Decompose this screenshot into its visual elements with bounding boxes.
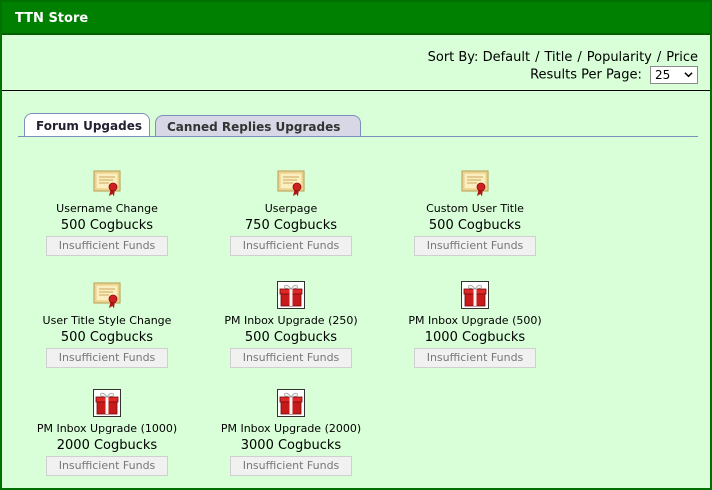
chevron-down-icon <box>684 69 693 85</box>
item-price: 500 Cogbucks <box>60 218 154 233</box>
store-item-userpage: Userpage 750 Cogbucks Insufficient Funds <box>199 170 383 256</box>
sort-label: Sort By: <box>427 50 479 65</box>
item-price: 500 Cogbucks <box>244 330 338 345</box>
store-item-username-change: Username Change 500 Cogbucks Insufficien… <box>15 170 199 256</box>
certificate-icon <box>461 169 489 200</box>
tab-canned-replies-upgrades[interactable]: Canned Replies Upgrades <box>155 115 361 137</box>
insufficient-funds-button[interactable]: Insufficient Funds <box>46 348 168 368</box>
tab-underline <box>18 136 698 137</box>
store-item-pm-inbox-250: PM Inbox Upgrade (250) 500 Cogbucks Insu… <box>199 280 383 368</box>
item-name: PM Inbox Upgrade (500) <box>408 314 542 327</box>
results-per-page-value: 25 <box>655 68 671 82</box>
store-item-pm-inbox-500: PM Inbox Upgrade (500) 1000 Cogbucks Ins… <box>383 280 567 368</box>
item-price: 500 Cogbucks <box>428 218 522 233</box>
item-name: Custom User Title <box>426 202 524 215</box>
store-item-pm-inbox-1000: PM Inbox Upgrade (1000) 2000 Cogbucks In… <box>15 388 199 476</box>
sort-popularity-link[interactable]: Popularity <box>587 50 652 65</box>
item-name: User Title Style Change <box>42 314 172 327</box>
store-item-user-title-style-change: User Title Style Change 500 Cogbucks Ins… <box>15 282 199 368</box>
sort-separator: / <box>656 50 662 65</box>
store-item-pm-inbox-2000: PM Inbox Upgrade (2000) 3000 Cogbucks In… <box>199 388 383 476</box>
item-name: Username Change <box>56 202 158 215</box>
tab-bar: Forum Upgades Canned Replies Upgrades <box>22 113 702 137</box>
insufficient-funds-button[interactable]: Insufficient Funds <box>414 236 536 256</box>
store-item-custom-user-title: Custom User Title 500 Cogbucks Insuffici… <box>383 170 567 256</box>
gift-icon <box>277 388 305 420</box>
sort-controls: Sort By: Default / Title / Popularity / Price … <box>428 49 698 84</box>
gift-icon <box>93 388 121 420</box>
item-price: 3000 Cogbucks <box>240 438 342 453</box>
sort-default-link[interactable]: Default <box>483 50 531 65</box>
insufficient-funds-button[interactable]: Insufficient Funds <box>230 348 352 368</box>
results-per-page-label: Results Per Page: <box>530 67 642 83</box>
certificate-icon <box>93 169 121 200</box>
certificate-icon <box>93 281 121 312</box>
item-name: PM Inbox Upgrade (2000) <box>220 422 362 435</box>
insufficient-funds-button[interactable]: Insufficient Funds <box>46 456 168 476</box>
store-panel: TTN Store Sort By: Default / Title / Popular… <box>0 0 712 490</box>
insufficient-funds-button[interactable]: Insufficient Funds <box>46 236 168 256</box>
item-name: Userpage <box>264 202 318 215</box>
gift-icon <box>277 280 305 312</box>
header-divider <box>2 90 710 91</box>
tab-forum-upgrades[interactable]: Forum Upgades <box>24 113 150 137</box>
gift-icon <box>461 280 489 312</box>
insufficient-funds-button[interactable]: Insufficient Funds <box>230 456 352 476</box>
item-price: 750 Cogbucks <box>244 218 338 233</box>
item-name: PM Inbox Upgrade (250) <box>224 314 358 327</box>
item-price: 1000 Cogbucks <box>424 330 526 345</box>
sort-separator: / <box>535 50 540 65</box>
item-name: PM Inbox Upgrade (1000) <box>36 422 178 435</box>
window-title: TTN Store <box>2 2 710 35</box>
sort-separator: / <box>577 50 582 65</box>
insufficient-funds-button[interactable]: Insufficient Funds <box>414 348 536 368</box>
results-per-page-select[interactable]: 25 <box>650 66 698 84</box>
insufficient-funds-button[interactable]: Insufficient Funds <box>230 236 352 256</box>
item-price: 2000 Cogbucks <box>56 438 158 453</box>
sort-row: Sort By: Default / Title / Popularity / Price <box>428 49 698 66</box>
sort-price-link[interactable]: Price <box>666 50 698 65</box>
certificate-icon <box>277 169 305 200</box>
results-row: Results Per Page: 25 <box>428 66 698 84</box>
item-price: 500 Cogbucks <box>60 330 154 345</box>
sort-title-link[interactable]: Title <box>544 50 572 65</box>
